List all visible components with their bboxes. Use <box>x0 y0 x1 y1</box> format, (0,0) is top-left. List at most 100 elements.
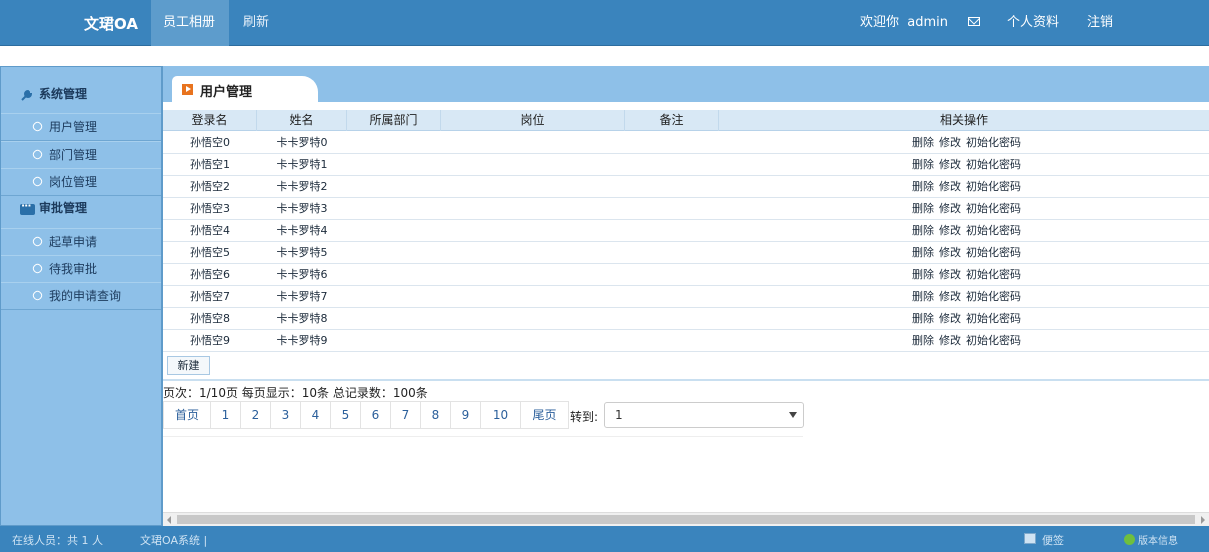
reset-password-link[interactable]: 初始化密码 <box>966 312 1021 325</box>
delete-link[interactable]: 删除 <box>912 334 934 347</box>
version-icon[interactable] <box>1124 534 1135 545</box>
logout-link[interactable]: 注销 <box>1087 0 1113 46</box>
edit-link[interactable]: 修改 <box>939 224 961 237</box>
scroll-left-icon[interactable] <box>167 516 171 524</box>
delete-link[interactable]: 删除 <box>912 268 934 281</box>
page-number-button[interactable]: 4 <box>301 401 331 429</box>
sidebar-item-label: 用户管理 <box>49 120 98 134</box>
sidebar: 系统管理 用户管理 部门管理 岗位管理 审批管理 起草申请 待我审批 我的申请查… <box>0 66 163 526</box>
username: admin <box>907 15 949 30</box>
page-number-button[interactable]: 6 <box>361 401 391 429</box>
sidebar-group-approval[interactable]: 审批管理 <box>1 193 161 223</box>
edit-link[interactable]: 修改 <box>939 334 961 347</box>
sidebar-item-draft-application[interactable]: 起草申请 <box>1 228 161 256</box>
page-number-button[interactable]: 10 <box>481 401 521 429</box>
page-number-button[interactable]: 2 <box>241 401 271 429</box>
sidebar-item-position-management[interactable]: 岗位管理 <box>1 168 161 196</box>
cell-login: 孙悟空2 <box>190 180 230 193</box>
edit-link[interactable]: 修改 <box>939 158 961 171</box>
page-first-button[interactable]: 首页 <box>163 401 211 429</box>
link-icon <box>31 120 44 133</box>
scroll-right-icon[interactable] <box>1201 516 1205 524</box>
chevron-down-icon <box>789 412 797 418</box>
delete-link[interactable]: 删除 <box>912 290 934 303</box>
pagination-info: 页次：1/10页 每页显示：10条 总记录数：100条 <box>163 386 428 400</box>
cell-login: 孙悟空1 <box>190 158 230 171</box>
cell-name: 卡卡罗特2 <box>276 180 328 193</box>
sidebar-item-department-management[interactable]: 部门管理 <box>1 141 161 169</box>
table-row: 孙悟空7 卡卡罗特7 删除 修改 初始化密码 <box>163 286 1209 308</box>
edit-link[interactable]: 修改 <box>939 246 961 259</box>
welcome-text: 欢迎你 admin <box>860 0 948 46</box>
edit-link[interactable]: 修改 <box>939 312 961 325</box>
horizontal-scrollbar[interactable] <box>163 512 1209 526</box>
welcome-label: 欢迎你 <box>860 15 900 30</box>
reset-password-link[interactable]: 初始化密码 <box>966 268 1021 281</box>
tab-refresh[interactable]: 刷新 <box>231 0 281 46</box>
edit-link[interactable]: 修改 <box>939 268 961 281</box>
page-number-button[interactable]: 8 <box>421 401 451 429</box>
reset-password-link[interactable]: 初始化密码 <box>966 224 1021 237</box>
cell-login: 孙悟空4 <box>190 224 230 237</box>
link-icon <box>31 235 44 248</box>
reset-password-link[interactable]: 初始化密码 <box>966 158 1021 171</box>
mail-icon[interactable] <box>968 17 980 26</box>
link-icon <box>31 262 44 275</box>
page-last-button[interactable]: 尾页 <box>521 401 569 429</box>
sidebar-group-system[interactable]: 系统管理 <box>1 79 161 109</box>
delete-link[interactable]: 删除 <box>912 158 934 171</box>
page-number-button[interactable]: 3 <box>271 401 301 429</box>
cell-login: 孙悟空8 <box>190 312 230 325</box>
new-button[interactable]: 新建 <box>167 356 210 375</box>
cell-login: 孙悟空0 <box>190 136 230 149</box>
profile-link[interactable]: 个人资料 <box>1007 0 1059 46</box>
cell-name: 卡卡罗特7 <box>276 290 328 303</box>
sidebar-item-my-applications[interactable]: 我的申请查询 <box>1 282 161 310</box>
delete-link[interactable]: 删除 <box>912 224 934 237</box>
reset-password-link[interactable]: 初始化密码 <box>966 246 1021 259</box>
sidebar-item-user-management[interactable]: 用户管理 <box>1 113 161 141</box>
edit-link[interactable]: 修改 <box>939 136 961 149</box>
delete-link[interactable]: 删除 <box>912 136 934 149</box>
sidebar-item-pending-approval[interactable]: 待我审批 <box>1 255 161 283</box>
goto-page-select[interactable]: 1 <box>604 402 804 428</box>
edit-link[interactable]: 修改 <box>939 290 961 303</box>
edit-link[interactable]: 修改 <box>939 202 961 215</box>
delete-link[interactable]: 删除 <box>912 180 934 193</box>
goto-page-value: 1 <box>615 408 623 422</box>
version-link[interactable]: 版本信息 <box>1138 532 1178 547</box>
column-header-remark: 备注 <box>625 110 719 131</box>
delete-link[interactable]: 删除 <box>912 246 934 259</box>
reset-password-link[interactable]: 初始化密码 <box>966 290 1021 303</box>
reset-password-link[interactable]: 初始化密码 <box>966 334 1021 347</box>
cell-name: 卡卡罗特4 <box>276 224 328 237</box>
delete-link[interactable]: 删除 <box>912 202 934 215</box>
table-row: 孙悟空1 卡卡罗特1 删除 修改 初始化密码 <box>163 154 1209 176</box>
table-row: 孙悟空5 卡卡罗特5 删除 修改 初始化密码 <box>163 242 1209 264</box>
page-number-button[interactable]: 5 <box>331 401 361 429</box>
page-number-button[interactable]: 1 <box>211 401 241 429</box>
sidebar-item-label: 起草申请 <box>49 235 98 249</box>
scrollbar-thumb[interactable] <box>177 515 1195 524</box>
row-actions: 删除 修改 初始化密码 <box>912 286 1026 308</box>
tab-employee-album[interactable]: 员工相册 <box>151 0 229 46</box>
reset-password-link[interactable]: 初始化密码 <box>966 202 1021 215</box>
cell-name: 卡卡罗特1 <box>276 158 328 171</box>
goto-label: 转到: <box>570 410 599 424</box>
delete-link[interactable]: 删除 <box>912 312 934 325</box>
note-icon[interactable] <box>1024 533 1036 544</box>
page-number-button[interactable]: 9 <box>451 401 481 429</box>
tab-user-management[interactable]: 用户管理 <box>172 76 318 102</box>
cell-name: 卡卡罗特8 <box>276 312 328 325</box>
column-header-position: 岗位 <box>441 110 625 131</box>
row-actions: 删除 修改 初始化密码 <box>912 154 1026 176</box>
reset-password-link[interactable]: 初始化密码 <box>966 136 1021 149</box>
cell-name: 卡卡罗特0 <box>276 136 328 149</box>
page-number-button[interactable]: 7 <box>391 401 421 429</box>
edit-link[interactable]: 修改 <box>939 180 961 193</box>
link-icon <box>31 148 44 161</box>
notes-link[interactable]: 便签 <box>1042 532 1064 548</box>
table-toolbar: 新建 <box>163 352 1209 381</box>
table-row: 孙悟空8 卡卡罗特8 删除 修改 初始化密码 <box>163 308 1209 330</box>
reset-password-link[interactable]: 初始化密码 <box>966 180 1021 193</box>
